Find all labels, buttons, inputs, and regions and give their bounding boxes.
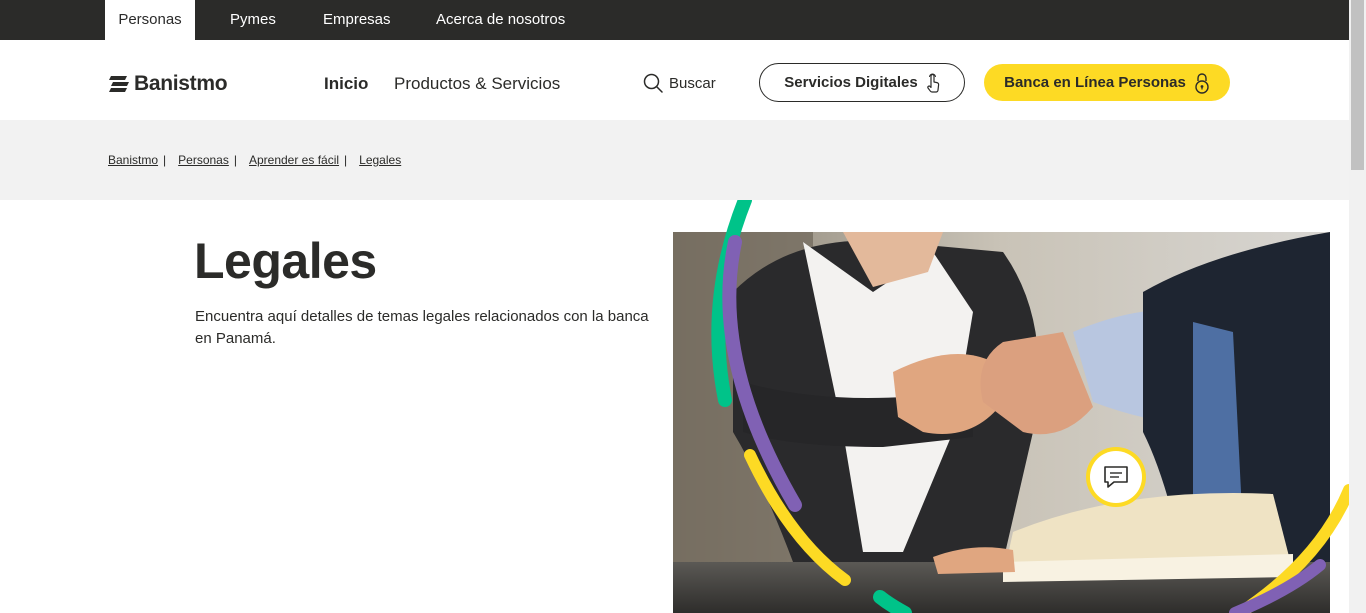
banistmo-logo-icon bbox=[109, 76, 129, 92]
segment-tab-empresas[interactable]: Empresas bbox=[323, 0, 391, 40]
search-label: Buscar bbox=[669, 74, 716, 92]
breadcrumb-separator: | bbox=[344, 153, 348, 167]
breadcrumb: Banistmo | Personas | Aprender es fácil … bbox=[108, 153, 401, 167]
breadcrumb-banistmo[interactable]: Banistmo bbox=[108, 153, 158, 167]
segment-tab-personas[interactable]: Personas bbox=[105, 0, 195, 40]
breadcrumb-band: Banistmo | Personas | Aprender es fácil … bbox=[0, 120, 1349, 200]
digital-services-button[interactable]: Servicios Digitales bbox=[759, 63, 965, 102]
scrollbar-thumb[interactable] bbox=[1351, 0, 1364, 170]
hero-image bbox=[673, 232, 1330, 613]
online-banking-button[interactable]: Banca en Línea Personas bbox=[984, 64, 1230, 101]
chat-icon bbox=[1104, 466, 1128, 488]
breadcrumb-aprender[interactable]: Aprender es fácil bbox=[249, 153, 339, 167]
digital-services-label: Servicios Digitales bbox=[784, 74, 918, 91]
lock-icon bbox=[1195, 72, 1209, 94]
banistmo-logo[interactable]: Banistmo bbox=[108, 72, 228, 96]
search-icon bbox=[643, 73, 663, 93]
segment-tab-acerca[interactable]: Acerca de nosotros bbox=[436, 0, 565, 40]
nav-productos-servicios[interactable]: Productos & Servicios bbox=[394, 74, 560, 94]
search-button[interactable]: Buscar bbox=[643, 73, 716, 93]
segment-bar: Personas Pymes Empresas Acerca de nosotr… bbox=[0, 0, 1349, 40]
handshake-illustration bbox=[673, 232, 1330, 613]
breadcrumb-personas[interactable]: Personas bbox=[178, 153, 229, 167]
logo-text: Banistmo bbox=[134, 72, 228, 95]
chat-button-inner bbox=[1090, 451, 1142, 503]
page-description: Encuentra aquí detalles de temas legales… bbox=[195, 308, 649, 347]
touch-icon bbox=[926, 73, 939, 93]
online-banking-label: Banca en Línea Personas bbox=[1004, 74, 1186, 91]
main-header: Banistmo Inicio Productos & Servicios Bu… bbox=[0, 40, 1349, 120]
page-scrollbar[interactable] bbox=[1349, 0, 1366, 613]
nav-inicio[interactable]: Inicio bbox=[324, 74, 368, 94]
segment-tab-pymes[interactable]: Pymes bbox=[230, 0, 276, 40]
breadcrumb-separator: | bbox=[163, 153, 167, 167]
page-title: Legales bbox=[194, 233, 377, 289]
breadcrumb-legales[interactable]: Legales bbox=[359, 153, 401, 167]
chat-button[interactable] bbox=[1086, 447, 1146, 507]
breadcrumb-separator: | bbox=[233, 153, 237, 167]
